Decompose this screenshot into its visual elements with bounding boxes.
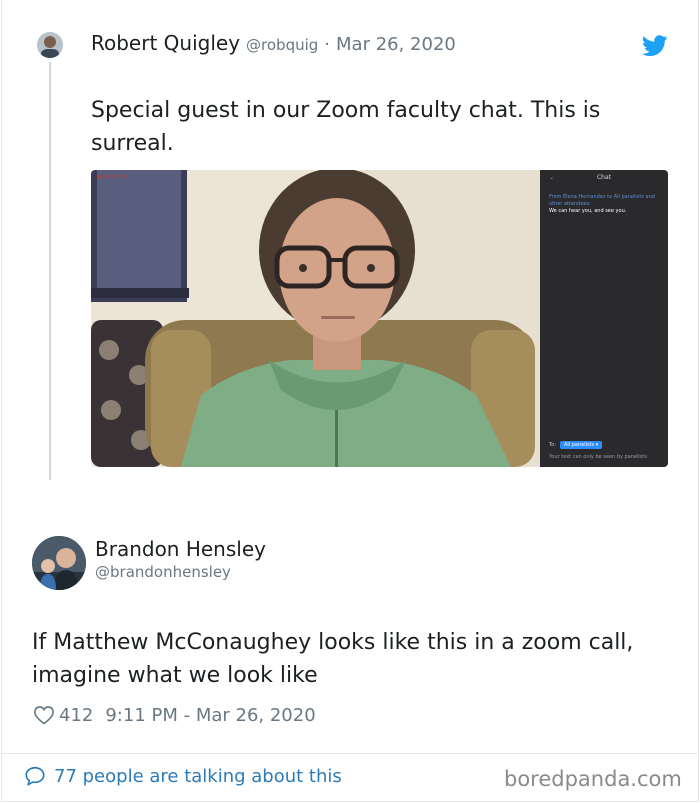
avatar-icon	[37, 32, 63, 58]
talking-link[interactable]: 77 people are talking about this	[24, 765, 342, 787]
avatar[interactable]	[32, 536, 86, 590]
tweet-header: Robert Quigley @robquig · Mar 26, 2020	[91, 31, 456, 59]
chat-to-dropdown: All panelists ▾	[559, 441, 603, 449]
like-count[interactable]: 412	[59, 705, 93, 726]
twitter-bird-icon[interactable]	[642, 35, 668, 57]
heart-icon[interactable]	[33, 705, 55, 725]
tweet-text: If Matthew McConaughey looks like this i…	[32, 630, 634, 688]
watermark: boredpanda.com	[504, 767, 682, 791]
chat-message: We can hear you, and see you.	[549, 208, 627, 214]
avatar-icon	[32, 536, 86, 590]
tweet-date[interactable]: Mar 26, 2020	[336, 34, 456, 55]
zoom-video-frame	[91, 170, 540, 467]
avatar[interactable]	[37, 32, 63, 58]
separator: ·	[324, 34, 331, 55]
chat-note: Your text can only be seen by panelists	[549, 454, 647, 460]
author-name[interactable]: Robert Quigley	[91, 31, 240, 55]
divider	[1, 753, 699, 754]
chat-to-label: To:	[549, 442, 556, 448]
tweet-text: Special guest in our Zoom faculty chat. …	[91, 98, 601, 156]
speech-bubble-icon	[25, 766, 45, 786]
zoom-chat-panel: ⌄ Chat From Elena Hernandez to All panel…	[540, 170, 668, 467]
chat-title: Chat	[596, 174, 612, 181]
tweet-timestamp[interactable]: 9:11 PM - Mar 26, 2020	[105, 705, 315, 726]
tweet-photo[interactable]: ● Recording ⌄ Chat From Elena Hernandez …	[91, 170, 668, 467]
talking-text[interactable]: 77 people are talking about this	[54, 766, 342, 787]
chat-recipient: To: All panelists ▾	[549, 441, 603, 449]
author-handle[interactable]: @robquig	[246, 36, 318, 54]
recording-indicator: ● Recording	[97, 174, 128, 180]
thread-line	[49, 62, 51, 480]
author-name[interactable]: Brandon Hensley	[95, 537, 266, 561]
chat-sender: From Elena Hernandez to All panelists an…	[549, 194, 655, 207]
author-handle[interactable]: @brandonhensley	[95, 563, 231, 581]
tweet-meta: 412 9:11 PM - Mar 26, 2020	[33, 703, 316, 727]
